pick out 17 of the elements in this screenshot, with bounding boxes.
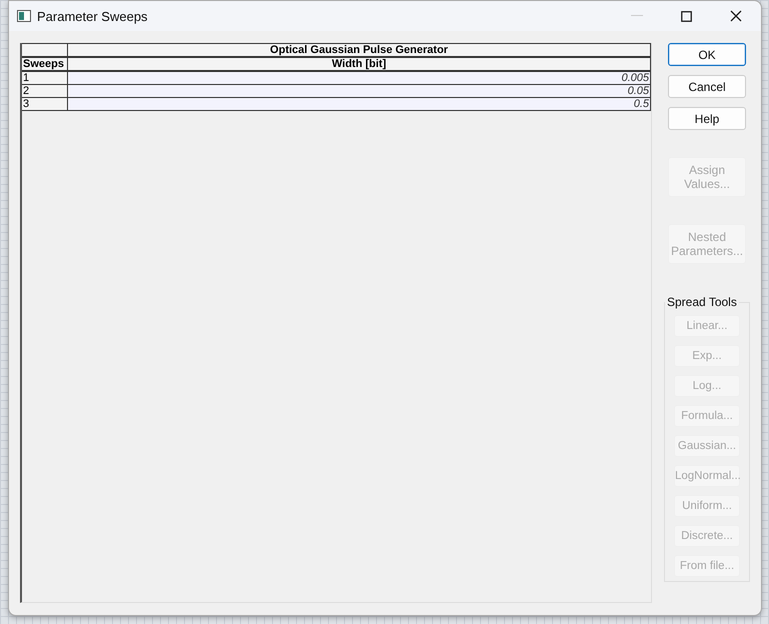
table-header: Optical Gaussian Pulse Generator	[68, 43, 651, 58]
dialog-button[interactable]: Cancel	[668, 75, 746, 98]
dialog-button[interactable]: OK	[668, 43, 746, 66]
row-header: 2	[22, 85, 68, 98]
table-cell[interactable]: 0.05	[68, 85, 651, 98]
row-header: 3	[22, 98, 68, 111]
table-cell[interactable]: 0.005	[68, 72, 651, 85]
table-header: Sweeps	[22, 58, 68, 72]
table-header: Width [bit]	[68, 58, 651, 72]
table-cell[interactable]: 0.5	[68, 98, 651, 111]
maximize-icon[interactable]	[681, 10, 692, 22]
window-title: Parameter Sweeps	[37, 8, 148, 24]
group-title: Spread Tools	[666, 295, 738, 309]
row-header: 1	[22, 72, 68, 85]
app-icon	[17, 10, 31, 22]
dialog-button[interactable]: Help	[668, 107, 746, 130]
close-icon[interactable]	[730, 10, 742, 22]
